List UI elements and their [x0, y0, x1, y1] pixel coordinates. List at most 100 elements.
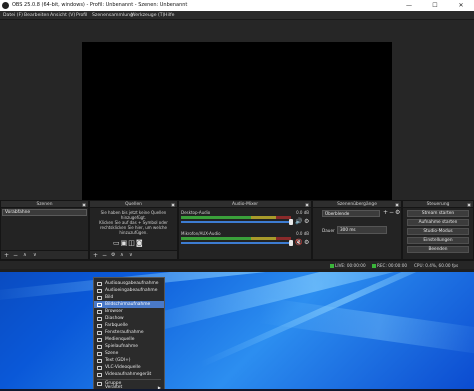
remove-transition-icon[interactable]: −: [389, 209, 394, 216]
start-recording-button[interactable]: Aufnahme starten: [407, 219, 469, 226]
studio-mode-button[interactable]: Studio-Modus: [407, 228, 469, 235]
menu-item-label: Bildschirmaufnahme: [105, 302, 151, 307]
mute-icon[interactable]: 🔇: [295, 239, 302, 246]
menu-item-image[interactable]: Bild: [94, 294, 164, 301]
move-down-icon[interactable]: ∨: [129, 252, 133, 258]
add-scene-icon[interactable]: +: [4, 252, 9, 259]
move-up-icon[interactable]: ∧: [120, 252, 124, 258]
move-down-icon[interactable]: ∨: [33, 252, 37, 258]
volume-slider[interactable]: [181, 242, 291, 244]
window-title: OBS 25.0.8 (64-bit, windows) - Profil: U…: [12, 2, 188, 8]
camera-icon: ◙: [135, 239, 144, 247]
add-source-context-menu: Audioausgabeaufnahme Audioeingabeaufnahm…: [93, 277, 165, 391]
menu-item-display-capture[interactable]: Bildschirmaufnahme: [94, 301, 164, 308]
scenes-toolbar: + − ∧ ∨: [1, 250, 88, 259]
transitions-title: Szenenübergänge: [337, 202, 377, 207]
remove-source-icon[interactable]: −: [102, 252, 107, 259]
menu-item-scene[interactable]: Szene: [94, 350, 164, 357]
menu-item-vlc-video[interactable]: VLC-Videoquelle: [94, 364, 164, 371]
camera-icon: [97, 372, 102, 377]
gear-icon[interactable]: ⚙: [395, 209, 400, 216]
close-button[interactable]: ✕: [448, 0, 474, 11]
menu-item-window-capture[interactable]: Fensteraufnahme: [94, 329, 164, 336]
transitions-header: Szenenübergänge ▣: [313, 201, 401, 208]
volume-slider-knob[interactable]: [289, 240, 293, 246]
empty-msg-line: hinzuzufügen.: [119, 230, 148, 235]
menu-edit[interactable]: Bearbeiten: [24, 13, 49, 18]
obs-window: OBS 25.0.8 (64-bit, windows) - Profil: U…: [0, 0, 474, 272]
menu-item-audio-input-capture[interactable]: Audioeingabeaufnahme: [94, 287, 164, 294]
gear-icon[interactable]: ⚙: [304, 239, 309, 246]
undock-icon[interactable]: ▣: [467, 201, 471, 208]
exit-button[interactable]: Beenden: [407, 246, 469, 253]
menu-item-label: Audioausgabeaufnahme: [105, 281, 159, 286]
microphone-icon: [97, 288, 102, 293]
volume-slider[interactable]: [181, 221, 291, 223]
menu-item-label: Spielaufnahme: [105, 344, 138, 349]
volume-meter: [181, 237, 291, 240]
controls-header: Steuerung ▣: [403, 201, 473, 208]
title-bar: OBS 25.0.8 (64-bit, windows) - Profil: U…: [0, 0, 474, 11]
cpu-status: CPU: 0.4%, 60.00 fps: [414, 263, 459, 268]
menu-item-video-capture-device[interactable]: Videoaufnahmegerät: [94, 371, 164, 378]
scene-icon: [97, 351, 102, 356]
audio-mixer-dock: Audio-Mixer ▣ Desktop-Audio 0.0 dB 🔊 ⚙ M…: [178, 200, 312, 260]
add-source-icon[interactable]: +: [93, 252, 98, 259]
remove-scene-icon[interactable]: −: [13, 252, 18, 259]
menu-item-text[interactable]: Text (GDI+): [94, 357, 164, 364]
mixer-track-desktop: Desktop-Audio 0.0 dB 🔊 ⚙: [181, 210, 309, 228]
scenes-dock-title: Szenen: [36, 202, 53, 207]
menu-item-game-capture[interactable]: Spielaufnahme: [94, 343, 164, 350]
menu-item-color-source[interactable]: Farbquelle: [94, 322, 164, 329]
scene-item-label: Vorabfahne: [5, 210, 31, 215]
volume-slider-knob[interactable]: [289, 219, 293, 225]
menu-item-slideshow[interactable]: Diashow: [94, 315, 164, 322]
text-icon: [97, 358, 102, 363]
maximize-button[interactable]: ☐: [422, 0, 448, 11]
gamepad-icon: ◫: [128, 239, 136, 247]
transition-select[interactable]: Überblende: [322, 210, 380, 217]
rec-time: REC: 00:00:00: [377, 263, 408, 268]
menu-scene-collection[interactable]: Szenensammlung: [92, 13, 133, 18]
menu-item-label: Fensteraufnahme: [105, 330, 144, 335]
minimize-button[interactable]: —: [396, 0, 422, 11]
track-db: 0.0 dB: [296, 210, 309, 215]
add-transition-icon[interactable]: +: [383, 209, 388, 216]
menu-item-media-source[interactable]: Medienquelle: [94, 336, 164, 343]
start-stream-button[interactable]: Stream starten: [407, 210, 469, 217]
menu-item-audio-output-capture[interactable]: Audioausgabeaufnahme: [94, 280, 164, 287]
undock-icon[interactable]: ▣: [395, 201, 399, 208]
menu-file[interactable]: Datei (F): [3, 13, 23, 18]
gear-icon[interactable]: ⚙: [304, 218, 309, 225]
menu-item-browser[interactable]: Browser: [94, 308, 164, 315]
undock-icon[interactable]: ▣: [82, 201, 86, 208]
live-time: LIVE: 00:00:00: [335, 263, 366, 268]
controls-title: Steuerung: [426, 202, 450, 207]
preview-canvas[interactable]: [82, 42, 392, 217]
sources-dock: Quellen ▣ Sie haben bis jetzt keine Quel…: [89, 200, 178, 260]
duration-input[interactable]: 300 ms: [337, 226, 387, 234]
menu-tools[interactable]: Werkzeuge (T): [131, 13, 164, 18]
settings-button[interactable]: Einstellungen: [407, 237, 469, 244]
move-up-icon[interactable]: ∧: [23, 252, 27, 258]
menu-profile[interactable]: Profil: [76, 13, 87, 18]
menu-help[interactable]: Hilfe: [164, 13, 174, 18]
live-status: LIVE: 00:00:00: [330, 263, 366, 268]
scene-item[interactable]: Vorabfahne: [2, 209, 87, 216]
menu-view[interactable]: Ansicht (V): [50, 13, 75, 18]
sources-dock-header: Quellen ▣: [90, 201, 177, 208]
sources-empty-message: Sie haben bis jetzt keine Quellen hinzug…: [90, 210, 177, 235]
play-icon: [97, 337, 102, 342]
source-properties-icon[interactable]: ⚙: [111, 252, 115, 258]
globe-icon: [97, 309, 102, 314]
scenes-dock: Szenen ▣ Vorabfahne + − ∧ ∨: [0, 200, 89, 260]
undock-icon[interactable]: ▣: [305, 201, 309, 208]
menu-item-label: VLC-Videoquelle: [105, 365, 141, 370]
source-type-icons: ▭▣◫◙: [113, 239, 157, 247]
slideshow-icon: [97, 316, 102, 321]
undock-icon[interactable]: ▣: [171, 201, 175, 208]
speaker-icon[interactable]: 🔊: [295, 218, 302, 225]
transition-select-value: Überblende: [325, 211, 350, 216]
speaker-icon: [97, 281, 102, 286]
controls-dock: Steuerung ▣ Stream starten Aufnahme star…: [402, 200, 474, 260]
